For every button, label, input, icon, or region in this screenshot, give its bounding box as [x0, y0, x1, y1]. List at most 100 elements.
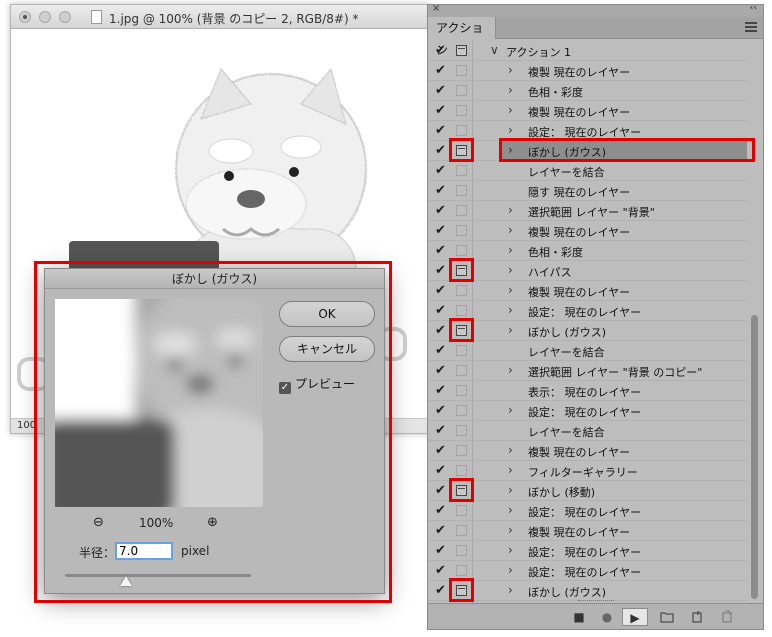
chevron-right-icon[interactable]: ›: [508, 523, 513, 537]
toggle-item-check-icon[interactable]: ✔: [435, 463, 446, 478]
toggle-item-check-icon[interactable]: ✔: [435, 43, 446, 58]
chevron-right-icon[interactable]: ›: [508, 463, 513, 477]
toggle-dialog-icon[interactable]: [456, 565, 467, 576]
toggle-dialog-icon[interactable]: [456, 465, 467, 476]
new-set-folder-icon[interactable]: [658, 608, 676, 626]
toggle-item-check-icon[interactable]: ✔: [435, 483, 446, 498]
chevron-down-icon[interactable]: ∨: [490, 43, 499, 57]
action-step-row[interactable]: ✔ › 色相・彩度: [428, 241, 748, 261]
action-step-row[interactable]: ✔ › 複製 現在のレイヤー: [428, 441, 748, 461]
chevron-right-icon[interactable]: ›: [508, 263, 513, 277]
action-step-row[interactable]: ✔ › ぼかし (ガウス): [428, 581, 748, 601]
toggle-dialog-icon[interactable]: [456, 285, 467, 296]
play-icon[interactable]: ▶: [622, 608, 648, 626]
toggle-item-check-icon[interactable]: ✔: [435, 583, 446, 598]
chevron-right-icon[interactable]: ›: [508, 543, 513, 557]
toggle-item-check-icon[interactable]: ✔: [435, 303, 446, 318]
action-step-row[interactable]: ✔ › 選択範囲 レイヤー "背景": [428, 201, 748, 221]
toggle-item-check-icon[interactable]: ✔: [435, 363, 446, 378]
action-step-row[interactable]: ✔ › 複製 現在のレイヤー: [428, 281, 748, 301]
toggle-dialog-icon[interactable]: [456, 445, 467, 456]
action-step-row[interactable]: ✔ › ぼかし (移動): [428, 481, 748, 501]
chevron-right-icon[interactable]: ›: [508, 323, 513, 337]
record-icon[interactable]: ●: [598, 608, 616, 626]
action-step-row[interactable]: ✔ › 設定： 現在のレイヤー: [428, 301, 748, 321]
toggle-item-check-icon[interactable]: ✔: [435, 243, 446, 258]
chevron-right-icon[interactable]: ›: [508, 283, 513, 297]
toggle-dialog-icon[interactable]: [456, 405, 467, 416]
toggle-dialog-icon[interactable]: [456, 85, 467, 96]
action-step-row[interactable]: ✔ › 色相・彩度: [428, 81, 748, 101]
chevron-right-icon[interactable]: ›: [508, 403, 513, 417]
toggle-dialog-icon[interactable]: [456, 425, 467, 436]
toggle-dialog-icon[interactable]: [456, 125, 467, 136]
action-set-row[interactable]: ✔ ∨ アクション 1: [428, 41, 748, 61]
toggle-item-check-icon[interactable]: ✔: [435, 163, 446, 178]
toggle-dialog-icon[interactable]: [456, 205, 467, 216]
toggle-dialog-icon[interactable]: [456, 505, 467, 516]
resize-grip[interactable]: [578, 600, 614, 603]
toggle-item-check-icon[interactable]: ✔: [435, 223, 446, 238]
toggle-item-check-icon[interactable]: ✔: [435, 423, 446, 438]
chevron-right-icon[interactable]: ›: [508, 583, 513, 597]
chevron-right-icon[interactable]: ›: [508, 303, 513, 317]
panel-menu-icon[interactable]: [745, 22, 757, 32]
chevron-right-icon[interactable]: ›: [508, 363, 513, 377]
chevron-right-icon[interactable]: ›: [508, 503, 513, 517]
panel-close-icon[interactable]: ×: [432, 3, 440, 14]
toggle-item-check-icon[interactable]: ✔: [435, 503, 446, 518]
action-step-row[interactable]: ✔ › 選択範囲 レイヤー "背景 のコピー": [428, 361, 748, 381]
action-step-row[interactable]: ✔ › 複製 現在のレイヤー: [428, 221, 748, 241]
action-step-row[interactable]: ✔ › ぼかし (ガウス): [428, 321, 748, 341]
chevron-right-icon[interactable]: ›: [508, 103, 513, 117]
action-step-row[interactable]: ✔ 隠す 現在のレイヤー: [428, 181, 748, 201]
tab-actions[interactable]: アクション: [428, 17, 496, 57]
toggle-item-check-icon[interactable]: ✔: [435, 563, 446, 578]
toggle-item-check-icon[interactable]: ✔: [435, 123, 446, 138]
toggle-item-check-icon[interactable]: ✔: [435, 283, 446, 298]
action-step-row[interactable]: ✔ › フィルターギャラリー: [428, 461, 748, 481]
toggle-item-check-icon[interactable]: ✔: [435, 383, 446, 398]
toggle-item-check-icon[interactable]: ✔: [435, 443, 446, 458]
toggle-dialog-icon[interactable]: [456, 245, 467, 256]
toggle-item-check-icon[interactable]: ✔: [435, 63, 446, 78]
toggle-item-check-icon[interactable]: ✔: [435, 103, 446, 118]
action-step-row[interactable]: ✔ › 設定： 現在のレイヤー: [428, 501, 748, 521]
toggle-dialog-icon[interactable]: [456, 305, 467, 316]
chevron-right-icon[interactable]: ›: [508, 483, 513, 497]
action-step-row[interactable]: ✔ レイヤーを結合: [428, 421, 748, 441]
panel-collapse-icon[interactable]: ‹‹: [750, 3, 757, 13]
chevron-right-icon[interactable]: ›: [508, 443, 513, 457]
toggle-item-check-icon[interactable]: ✔: [435, 83, 446, 98]
action-step-row[interactable]: ✔ › 複製 現在のレイヤー: [428, 521, 748, 541]
toggle-item-check-icon[interactable]: ✔: [435, 263, 446, 278]
toggle-item-check-icon[interactable]: ✔: [435, 183, 446, 198]
toggle-item-check-icon[interactable]: ✔: [435, 203, 446, 218]
toggle-dialog-icon[interactable]: [456, 65, 467, 76]
toggle-dialog-icon[interactable]: [456, 165, 467, 176]
toggle-item-check-icon[interactable]: ✔: [435, 523, 446, 538]
close-window-button[interactable]: [19, 11, 31, 23]
toggle-item-check-icon[interactable]: ✔: [435, 343, 446, 358]
action-step-row[interactable]: ✔ › 設定： 現在のレイヤー: [428, 561, 748, 581]
zoom-window-button[interactable]: [59, 11, 71, 23]
toggle-dialog-icon[interactable]: [456, 45, 467, 56]
toggle-item-check-icon[interactable]: ✔: [435, 543, 446, 558]
action-step-row[interactable]: ✔ レイヤーを結合: [428, 161, 748, 181]
toggle-dialog-icon[interactable]: [456, 365, 467, 376]
toggle-dialog-icon[interactable]: [456, 225, 467, 236]
action-step-row[interactable]: ✔ レイヤーを結合: [428, 341, 748, 361]
toggle-item-check-icon[interactable]: ✔: [435, 143, 446, 158]
scrollbar-thumb[interactable]: [751, 315, 758, 599]
chevron-right-icon[interactable]: ›: [508, 203, 513, 217]
chevron-right-icon[interactable]: ›: [508, 83, 513, 97]
action-step-row[interactable]: ✔ 表示： 現在のレイヤー: [428, 381, 748, 401]
chevron-right-icon[interactable]: ›: [508, 123, 513, 137]
toggle-dialog-icon[interactable]: [456, 545, 467, 556]
chevron-right-icon[interactable]: ›: [508, 563, 513, 577]
toggle-item-check-icon[interactable]: ✔: [435, 403, 446, 418]
minimize-window-button[interactable]: [39, 11, 51, 23]
toggle-dialog-icon[interactable]: [456, 345, 467, 356]
toggle-dialog-icon[interactable]: [456, 385, 467, 396]
toggle-item-check-icon[interactable]: ✔: [435, 323, 446, 338]
